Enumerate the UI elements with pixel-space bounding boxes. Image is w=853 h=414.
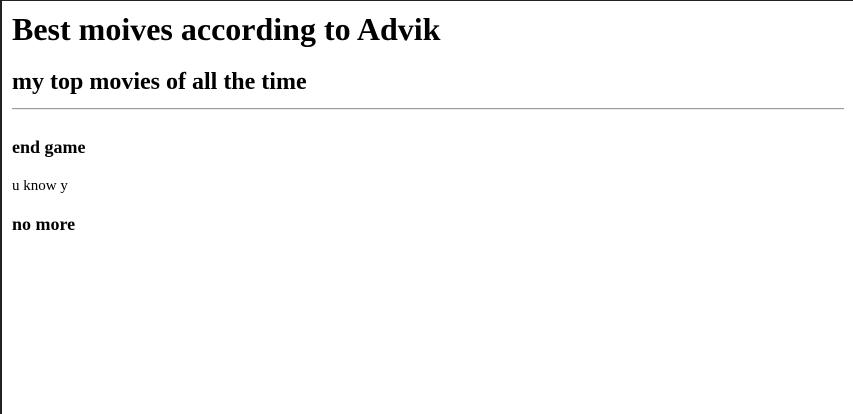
movie-title-2: no more <box>12 214 76 234</box>
movie-description-1: u know y <box>12 178 68 194</box>
page-title: Best moives according to Advik <box>12 11 441 47</box>
divider <box>12 108 844 110</box>
movie-title-1: end game <box>12 137 86 157</box>
browser-viewport: Best moives according to Advik my top mo… <box>0 0 853 414</box>
page-subtitle: my top movies of all the time <box>12 69 307 95</box>
